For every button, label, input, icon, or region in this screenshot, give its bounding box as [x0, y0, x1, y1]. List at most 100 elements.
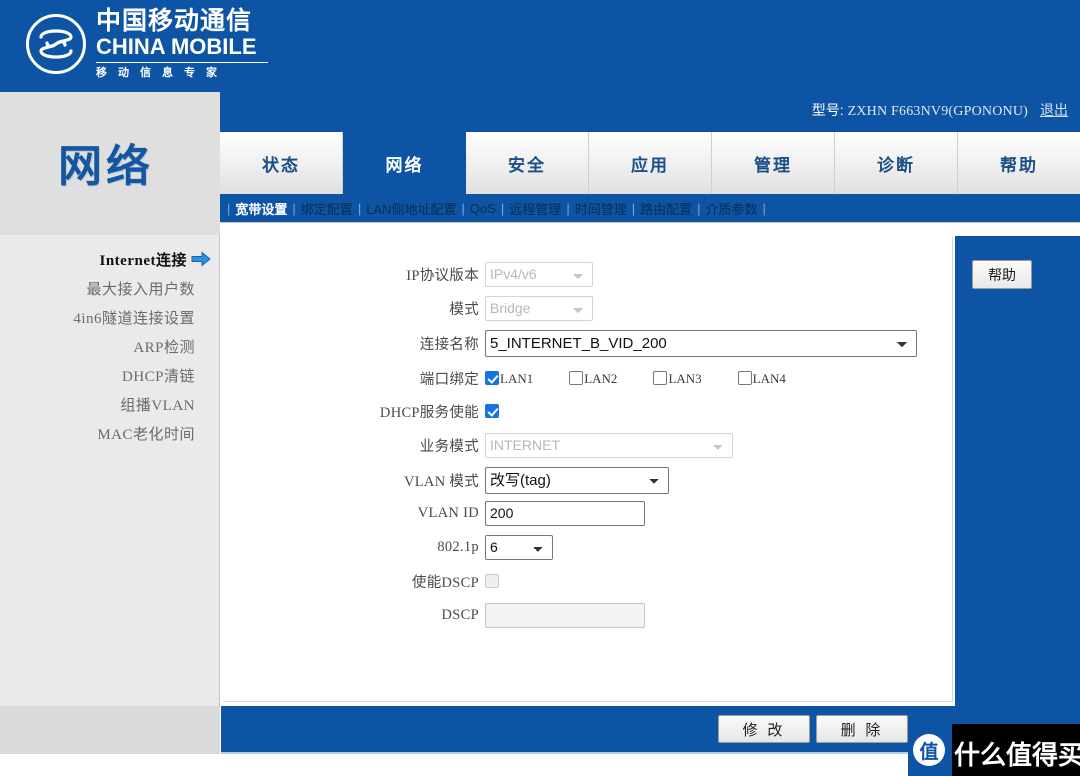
subnav-item-5[interactable]: 时间管理 — [575, 199, 627, 218]
sidebar-item-label: 组播VLAN — [120, 398, 195, 414]
row-8021p: 802.1p 6 — [223, 534, 943, 560]
help-panel: 帮助 — [955, 236, 1080, 706]
china-mobile-logo-icon — [26, 14, 86, 74]
dhcp-enable-label: DHCP服务使能 — [379, 404, 479, 421]
tab-bar: 状态 网络 安全 应用 管理 诊断 帮助 — [220, 132, 1080, 194]
sidebar-item-0[interactable]: Internet连接 — [0, 244, 219, 274]
brand-slogan: 移动信息专家 — [96, 67, 228, 79]
port-binding-item-2[interactable]: LAN3 — [653, 371, 702, 386]
sidebar-item-label: ARP检测 — [133, 340, 195, 356]
delete-button[interactable]: 删 除 — [816, 715, 908, 743]
tab-4[interactable]: 管理 — [712, 132, 835, 194]
tab-0[interactable]: 状态 — [220, 132, 343, 194]
sidebar-menu: Internet连接最大接入用户数 4in6隧道连接设置 ARP检测 DHCP清链 组播… — [0, 235, 220, 706]
subnav-separator: | — [697, 200, 701, 216]
port-binding-checkbox-2[interactable] — [653, 371, 668, 385]
china-mobile-logo: 中国移动通信 CHINA MOBILE 移动信息专家 — [26, 8, 268, 80]
internet-connection-form: IP协议版本 IPv4/v6 模式 Bridge 连接名称 5_INTERNET… — [223, 237, 953, 702]
row-connection-name: 连接名称 5_INTERNET_B_VID_200 — [223, 329, 943, 357]
row-dhcp-enable: DHCP服务使能 — [223, 398, 943, 424]
vlan-mode-label: VLAN 模式 — [404, 473, 479, 490]
row-service-mode: 业务模式 INTERNET — [223, 432, 943, 458]
row-dscp-enable: 使能DSCP — [223, 568, 943, 594]
subnav-item-6[interactable]: 路由配置 — [640, 199, 692, 218]
model-value: ZXHN F663NV9(GPONONU) — [847, 104, 1028, 119]
service-mode-select[interactable]: INTERNET — [485, 432, 733, 458]
model-info: 型号: ZXHN F663NV9(GPONONU) 退出 — [812, 100, 1068, 120]
subnav-separator: | — [227, 200, 231, 216]
subnav-separator: | — [461, 200, 465, 216]
sidebar-item-label: MAC老化时间 — [97, 427, 195, 443]
modify-button[interactable]: 修 改 — [718, 715, 810, 743]
row-vlan-id: VLAN ID — [223, 500, 943, 526]
tab-5[interactable]: 诊断 — [835, 132, 958, 194]
subnav-separator: | — [500, 200, 505, 216]
p8021p-label: 802.1p — [437, 538, 479, 555]
subnav-item-0[interactable]: 宽带设置 — [235, 199, 287, 218]
subnav-separator: | — [566, 200, 570, 216]
brand-text-block: 中国移动通信 CHINA MOBILE 移动信息专家 — [96, 8, 268, 80]
logout-link[interactable]: 退出 — [1040, 100, 1068, 120]
dhcp-enable-checkbox[interactable] — [485, 404, 499, 418]
port-binding-checkbox-label: LAN2 — [584, 371, 618, 386]
subnav-separator: | — [292, 200, 296, 216]
port-binding-checkbox-group: LAN1 LAN2 LAN3 LAN4 — [485, 371, 786, 385]
subnav-item-3[interactable]: QoS — [470, 201, 496, 216]
connection-name-select[interactable]: 5_INTERNET_B_VID_200 — [485, 329, 917, 357]
sidebar-item-label: 4in6隧道连接设置 — [73, 311, 195, 327]
ip-version-label: IP协议版本 — [406, 267, 479, 284]
help-button[interactable]: 帮助 — [972, 260, 1032, 289]
brand-header: 中国移动通信 CHINA MOBILE 移动信息专家 — [0, 0, 1080, 90]
service-mode-label: 业务模式 — [419, 438, 479, 455]
tab-2[interactable]: 安全 — [466, 132, 589, 194]
watermark-text: 什么值得买 — [954, 740, 1080, 770]
sub-navigation: | 宽带设置 | 绑定配置 | LAN侧地址配置 | QoS | 远程管理 | 时间管理 | 路由配置 | 介… — [220, 194, 1080, 222]
subnav-item-1[interactable]: 绑定配置 — [301, 199, 353, 218]
row-mode: 模式 Bridge — [223, 295, 943, 321]
tab-list: 状态 网络 安全 应用 管理 诊断 帮助 — [220, 132, 1080, 194]
subnav-item-7[interactable]: 介质参数 — [706, 199, 758, 218]
port-binding-item-0[interactable]: LAN1 — [485, 371, 533, 385]
port-binding-checkbox-label: LAN4 — [752, 371, 786, 386]
port-binding-checkbox-1[interactable] — [569, 371, 584, 385]
vlan-mode-select[interactable]: 改写(tag) — [485, 466, 669, 494]
dscp-input[interactable] — [485, 602, 645, 628]
ip-version-select[interactable]: IPv4/v6 — [485, 261, 593, 287]
subnav-item-4[interactable]: 远程管理 — [509, 199, 561, 218]
sidebar-item-2[interactable]: 4in6隧道连接设置 — [0, 303, 219, 332]
row-vlan-mode: VLAN 模式 改写(tag) — [223, 466, 943, 494]
sidebar-item-6[interactable]: MAC老化时间 — [0, 419, 219, 448]
port-binding-checkbox-label: LAN3 — [668, 371, 702, 386]
subnav-separator: | — [357, 200, 362, 216]
sidebar-item-5[interactable]: 组播VLAN — [0, 390, 219, 419]
section-title-panel: 网络 — [0, 90, 220, 235]
page-title: 网络 — [58, 142, 154, 191]
row-ip-version: IP协议版本 IPv4/v6 — [223, 261, 943, 287]
sidebar-item-3[interactable]: ARP检测 — [0, 332, 219, 361]
sidebar-item-4[interactable]: DHCP清链 — [0, 361, 219, 390]
sidebar-item-label: Internet连接 — [99, 252, 187, 269]
port-binding-item-1[interactable]: LAN2 — [569, 371, 617, 385]
vlan-id-input[interactable] — [485, 500, 645, 526]
subnav-separator: | — [762, 200, 766, 216]
model-label: 型号: — [811, 102, 844, 118]
port-binding-item-3[interactable]: LAN4 — [737, 371, 786, 386]
dscp-enable-label: 使能DSCP — [411, 574, 479, 591]
port-binding-checkbox-3[interactable] — [737, 371, 752, 385]
router-admin-page: 中国移动通信 CHINA MOBILE 移动信息专家 型号: ZXHN F663… — [0, 0, 1080, 776]
sidebar-item-1[interactable]: 最大接入用户数 — [0, 274, 219, 303]
vlan-id-label: VLAN ID — [417, 504, 479, 521]
model-bar: 型号: ZXHN F663NV9(GPONONU) 退出 — [220, 90, 1080, 132]
dscp-label: DSCP — [441, 606, 479, 623]
brand-divider — [96, 62, 268, 63]
tab-6[interactable]: 帮助 — [958, 132, 1080, 194]
watermark-badge-icon: 值 — [913, 734, 945, 766]
tab-1[interactable]: 网络 — [343, 132, 466, 194]
dscp-enable-checkbox[interactable] — [485, 574, 499, 588]
port-binding-checkbox-0[interactable] — [485, 371, 499, 385]
sidebar-item-label: DHCP清链 — [121, 369, 195, 385]
p8021p-select[interactable]: 6 — [485, 534, 553, 560]
tab-3[interactable]: 应用 — [589, 132, 712, 194]
mode-select[interactable]: Bridge — [485, 295, 593, 321]
subnav-item-2[interactable]: LAN侧地址配置 — [366, 199, 456, 218]
